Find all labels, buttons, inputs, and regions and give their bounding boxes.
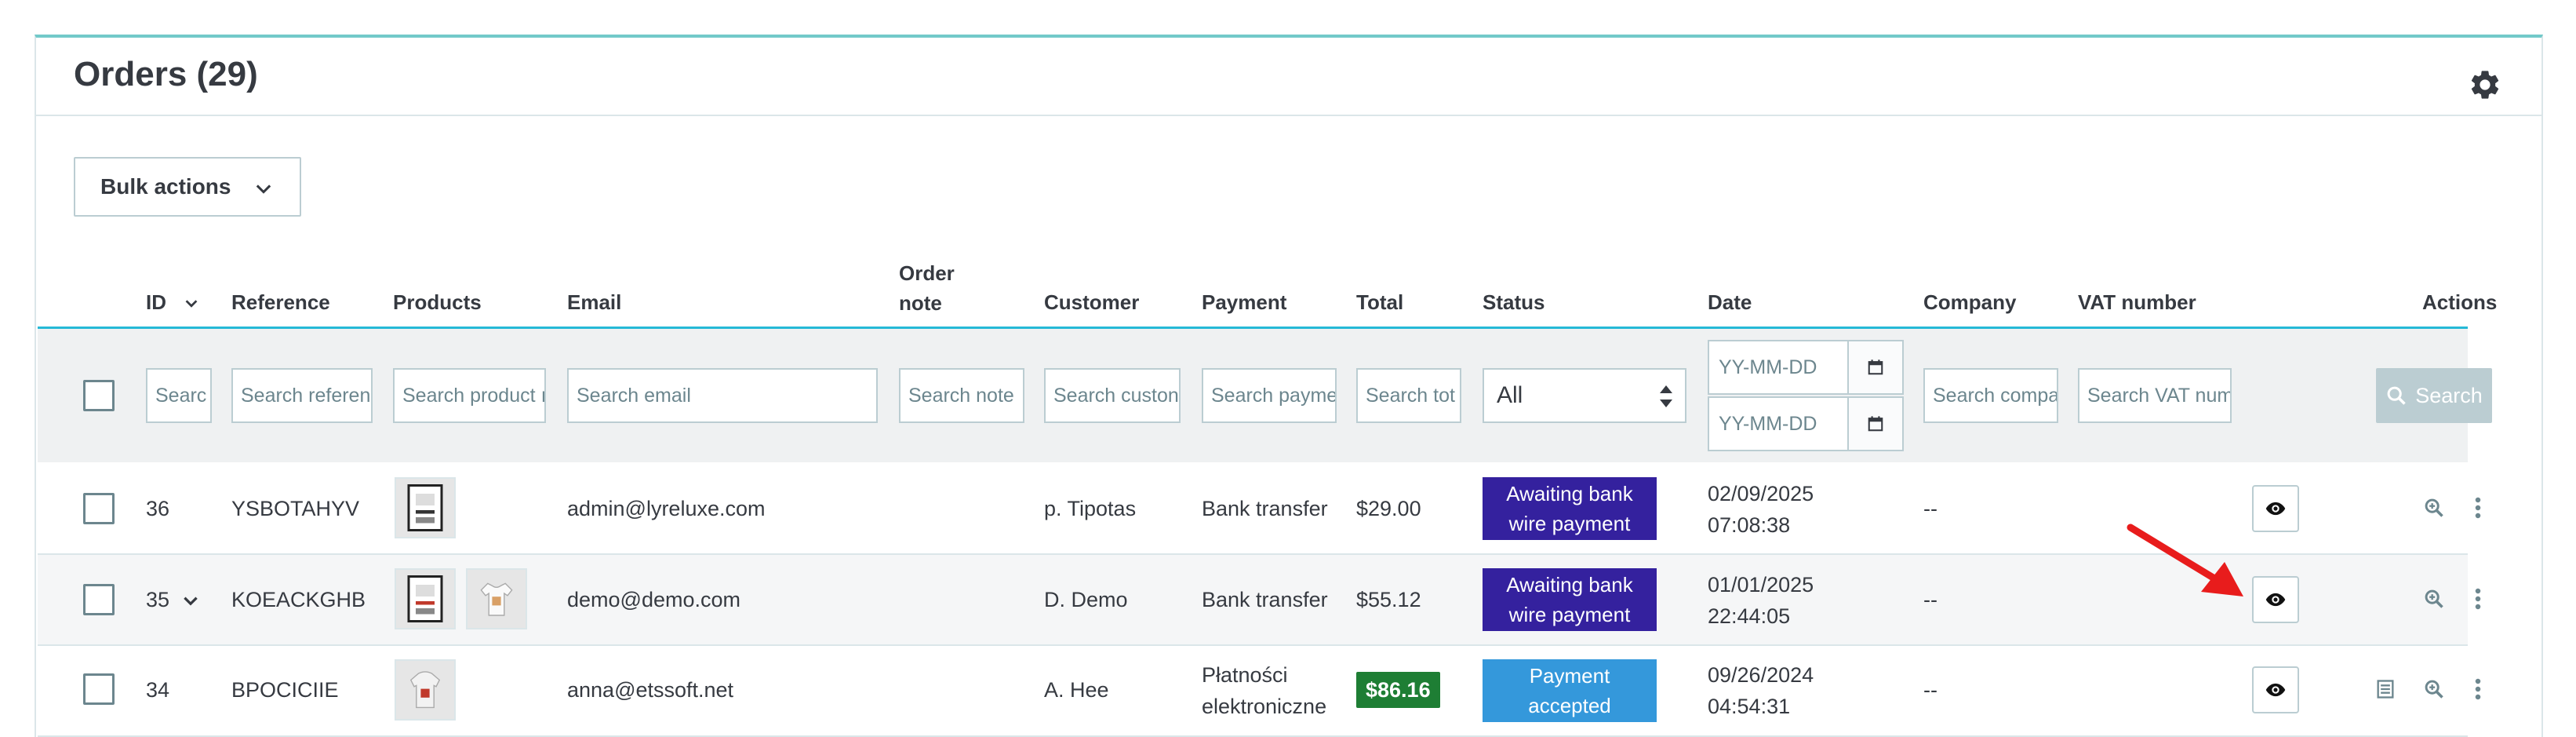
order-date: 01/01/2025 22:44:05 bbox=[1708, 573, 1814, 628]
order-reference: BPOCICIIE bbox=[231, 678, 339, 702]
more-options-icon[interactable] bbox=[2465, 494, 2491, 521]
filter-note-input[interactable]: Search note bbox=[899, 368, 1024, 423]
status-badge[interactable]: Payment accepted bbox=[1483, 659, 1657, 722]
chevron-down-icon bbox=[256, 184, 271, 194]
filter-status-value: All bbox=[1497, 382, 1523, 408]
col-header-id[interactable]: ID bbox=[146, 289, 200, 316]
date-from-placeholder: YY-MM-DD bbox=[1719, 356, 1817, 378]
more-options-icon[interactable] bbox=[2465, 586, 2491, 612]
product-thumbnail[interactable] bbox=[395, 568, 456, 629]
filter-total-input[interactable]: Search tot bbox=[1356, 368, 1461, 423]
filter-date-to[interactable]: YY-MM-DD bbox=[1708, 396, 1904, 451]
order-customer: D. Demo bbox=[1044, 588, 1128, 611]
tshirt-icon bbox=[480, 582, 513, 616]
framed-poster-icon bbox=[407, 575, 443, 622]
product-thumbnail[interactable] bbox=[466, 568, 527, 629]
select-all-checkbox[interactable] bbox=[83, 380, 115, 411]
order-customer: A. Hee bbox=[1044, 678, 1109, 702]
order-company: -- bbox=[1923, 497, 1937, 520]
col-header-reference[interactable]: Reference bbox=[231, 289, 330, 316]
col-header-status[interactable]: Status bbox=[1483, 289, 1545, 316]
col-header-payment[interactable]: Payment bbox=[1202, 289, 1286, 316]
calendar-icon[interactable] bbox=[1847, 341, 1902, 393]
order-count: (29) bbox=[196, 55, 258, 93]
order-payment: Bank transfer bbox=[1202, 588, 1328, 611]
eye-icon bbox=[2265, 683, 2286, 697]
status-badge[interactable]: Awaiting bank wire payment bbox=[1483, 568, 1657, 631]
col-header-order-note: Order note bbox=[899, 261, 955, 315]
order-company: -- bbox=[1923, 588, 1937, 611]
product-thumbnail[interactable] bbox=[395, 659, 456, 721]
row-checkbox[interactable] bbox=[83, 493, 115, 524]
col-header-company[interactable]: Company bbox=[1923, 289, 2016, 316]
framed-poster-icon bbox=[407, 484, 443, 531]
product-thumbnail[interactable] bbox=[395, 477, 456, 538]
filter-date-from[interactable]: YY-MM-DD bbox=[1708, 340, 1904, 395]
status-badge[interactable]: Awaiting bank wire payment bbox=[1483, 477, 1657, 540]
hoodie-icon bbox=[409, 671, 441, 709]
filter-id-input[interactable]: Searc bbox=[146, 368, 212, 423]
order-total: $29.00 bbox=[1356, 497, 1421, 520]
view-button[interactable] bbox=[2252, 485, 2299, 532]
annotation-arrow-icon bbox=[2127, 524, 2243, 597]
order-reference: YSBOTAHYV bbox=[231, 497, 360, 520]
page-title: Orders (29) bbox=[74, 55, 258, 94]
order-payment: Bank transfer bbox=[1202, 497, 1328, 520]
order-date: 02/09/2025 07:08:38 bbox=[1708, 482, 1814, 537]
search-button-label: Search bbox=[2415, 383, 2483, 407]
more-options-icon[interactable] bbox=[2465, 676, 2491, 702]
bulk-actions-label: Bulk actions bbox=[100, 174, 231, 199]
page-title-text: Orders bbox=[74, 55, 187, 93]
filter-company-input[interactable]: Search compa bbox=[1923, 368, 2058, 423]
eye-icon bbox=[2265, 593, 2286, 607]
col-header-email[interactable]: Email bbox=[567, 289, 621, 316]
order-date: 09/26/2024 04:54:31 bbox=[1708, 663, 1814, 718]
row-checkbox[interactable] bbox=[83, 584, 115, 615]
order-reference: KOEACKGHB bbox=[231, 588, 366, 611]
row-checkbox[interactable] bbox=[83, 673, 115, 705]
view-button[interactable] bbox=[2252, 666, 2299, 713]
order-company: -- bbox=[1923, 678, 1937, 702]
filter-status-select[interactable]: All bbox=[1483, 368, 1686, 423]
zoom-in-icon[interactable] bbox=[2421, 494, 2447, 521]
bulk-actions-button[interactable]: Bulk actions bbox=[74, 157, 301, 217]
sort-desc-icon[interactable] bbox=[183, 295, 200, 312]
order-id: 36 bbox=[146, 497, 170, 520]
chevron-down-icon[interactable] bbox=[180, 591, 201, 611]
col-header-customer[interactable]: Customer bbox=[1044, 289, 1139, 316]
filter-vat-input[interactable]: Search VAT num bbox=[2078, 368, 2232, 423]
eye-icon bbox=[2265, 502, 2286, 516]
filter-products-input[interactable]: Search product ı bbox=[393, 368, 546, 423]
calendar-icon[interactable] bbox=[1847, 398, 1902, 450]
order-email: demo@demo.com bbox=[567, 588, 740, 611]
order-total: $55.12 bbox=[1356, 588, 1421, 611]
zoom-in-icon[interactable] bbox=[2421, 676, 2447, 702]
order-total-badge: $86.16 bbox=[1356, 672, 1440, 708]
order-email: anna@etssoft.net bbox=[567, 678, 734, 702]
order-id: 35 bbox=[146, 584, 201, 615]
search-button[interactable]: Search bbox=[2376, 368, 2492, 423]
search-icon bbox=[2387, 386, 2406, 405]
col-header-vat[interactable]: VAT number bbox=[2078, 289, 2196, 316]
filter-email-input[interactable]: Search email bbox=[567, 368, 878, 423]
select-arrows-icon bbox=[1660, 385, 1672, 407]
filter-customer-input[interactable]: Search custon bbox=[1044, 368, 1181, 423]
col-header-total[interactable]: Total bbox=[1356, 289, 1403, 316]
gear-icon[interactable] bbox=[2468, 67, 2502, 102]
order-customer: p. Tipotas bbox=[1044, 497, 1137, 520]
order-id: 34 bbox=[146, 678, 170, 702]
filter-reference-input[interactable]: Search referen bbox=[231, 368, 373, 423]
col-header-actions: Actions bbox=[2422, 290, 2498, 314]
date-to-placeholder: YY-MM-DD bbox=[1719, 412, 1817, 435]
zoom-in-icon[interactable] bbox=[2421, 586, 2447, 612]
card-header: Orders (29) bbox=[36, 38, 2541, 116]
filter-payment-input[interactable]: Search payme bbox=[1202, 368, 1337, 423]
col-header-date[interactable]: Date bbox=[1708, 289, 1752, 316]
view-button[interactable] bbox=[2252, 576, 2299, 623]
invoice-icon[interactable] bbox=[2372, 676, 2399, 702]
order-payment: Płatności elektroniczne bbox=[1202, 663, 1327, 718]
order-email: admin@lyreluxe.com bbox=[567, 497, 766, 520]
col-header-products: Products bbox=[393, 290, 482, 314]
